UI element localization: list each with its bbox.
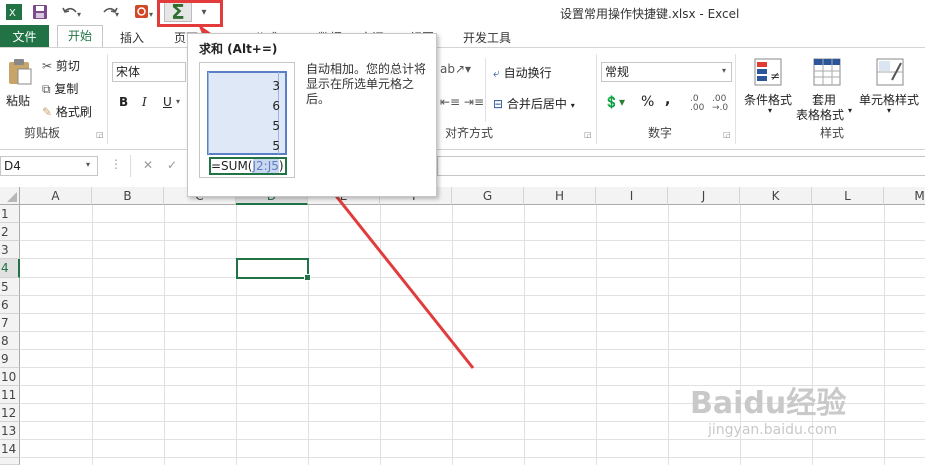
tooltip-title: 求和 (Alt+=) — [199, 42, 278, 56]
watermark-line-1: Baidu经验 — [690, 386, 847, 421]
watermark: Baidu经验 jingyan.baidu.com — [690, 378, 846, 438]
tooltip-description: 自动相加。您的总计将显示在所选单元格之后。 — [306, 62, 427, 106]
tooltip-example-image: 3 6 5 5 =SUM(J2:J5) — [199, 62, 295, 178]
grid-line — [208, 72, 209, 154]
example-formula-range: J2:J5 — [252, 159, 279, 173]
example-formula-prefix: =SUM( — [211, 159, 253, 173]
example-value-4: 5 — [272, 139, 280, 153]
example-formula-cell: =SUM(J2:J5) — [209, 157, 287, 175]
example-value-2: 6 — [272, 99, 280, 113]
autosum-tooltip: 求和 (Alt+=) 3 6 5 5 =SUM(J2:J5) 自动相加。您的总计… — [187, 33, 437, 197]
example-value-1: 3 — [272, 79, 280, 93]
watermark-line-2: jingyan.baidu.com — [708, 422, 838, 438]
example-formula-suffix: ) — [278, 159, 284, 173]
example-value-3: 5 — [272, 119, 280, 133]
